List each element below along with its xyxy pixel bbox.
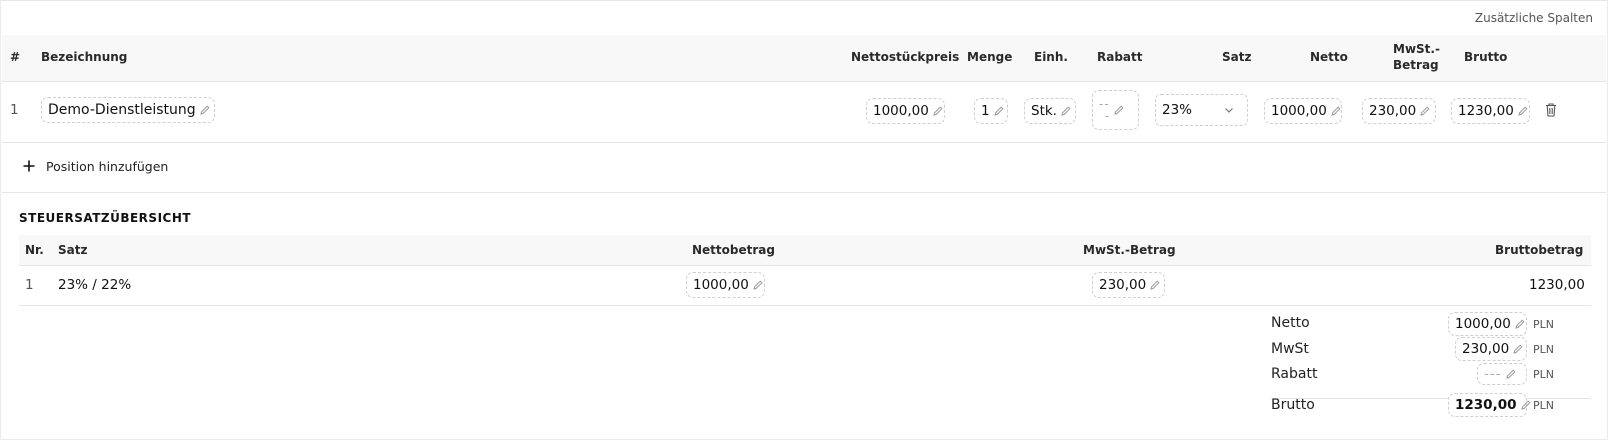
quantity-value: 1 <box>981 103 990 119</box>
total-gross-value: 1230,00 <box>1455 397 1517 413</box>
gross-field[interactable]: 1230,00 <box>1451 98 1530 124</box>
add-position-row[interactable]: Position hinzufügen <box>2 143 1606 193</box>
total-gross-field[interactable]: 1230,00 <box>1448 393 1531 417</box>
tax-net-value: 1000,00 <box>693 277 749 293</box>
discount-field[interactable]: -- - <box>1092 90 1139 130</box>
total-discount-label: Rabatt <box>1271 366 1318 382</box>
pencil-icon <box>1514 318 1526 330</box>
col-header-quantity: Menge <box>967 50 1013 64</box>
tax-col-header-net: Nettobetrag <box>692 243 775 257</box>
item-name-value: Demo-Dienstleistung <box>48 102 196 118</box>
col-header-gross: Brutto <box>1464 50 1508 64</box>
col-header-unit: Einh. <box>1034 50 1068 64</box>
table-row: 1 23% / 22% 1000,00 230,00 1230,00 <box>19 266 1591 306</box>
total-discount-value: --- <box>1484 366 1502 382</box>
quantity-field[interactable]: 1 <box>974 98 1008 124</box>
add-position-button[interactable]: Position hinzufügen <box>46 159 168 174</box>
table-row: 1 Demo-Dienstleistung 1000,00 1 Stk. -- … <box>2 82 1606 143</box>
pencil-icon <box>1113 104 1125 116</box>
col-header-number: # <box>10 50 21 64</box>
item-name-field[interactable]: Demo-Dienstleistung <box>41 97 215 123</box>
tax-net-field[interactable]: 1000,00 <box>686 272 765 298</box>
trash-icon[interactable] <box>1544 102 1558 118</box>
pencil-icon <box>1419 105 1431 117</box>
col-header-vat-line2: Betrag <box>1393 58 1439 72</box>
total-net-label: Netto <box>1271 315 1310 331</box>
tax-row-rate: 23% / 22% <box>58 277 132 293</box>
tax-col-header-nr: Nr. <box>25 243 44 257</box>
tax-vat-value: 230,00 <box>1099 277 1147 293</box>
vat-value: 230,00 <box>1369 103 1417 119</box>
pencil-icon <box>1512 343 1524 355</box>
total-gross-label: Brutto <box>1271 397 1315 413</box>
currency-label: PLN <box>1533 368 1554 381</box>
total-discount-field[interactable]: --- <box>1477 363 1527 385</box>
row-number: 1 <box>10 102 19 118</box>
chevron-down-icon <box>1223 104 1235 116</box>
total-vat-label: MwSt <box>1271 341 1309 357</box>
total-net-field[interactable]: 1000,00 <box>1448 312 1527 336</box>
currency-label: PLN <box>1533 318 1554 331</box>
col-header-rate: Satz <box>1222 50 1252 64</box>
currency-label: PLN <box>1533 399 1554 412</box>
tax-summary-title: STEUERSATZÜBERSICHT <box>19 211 192 225</box>
plus-icon[interactable] <box>22 159 36 173</box>
total-vat-value: 230,00 <box>1462 341 1510 357</box>
tax-col-header-gross: Bruttobetrag <box>1495 243 1584 257</box>
pencil-icon <box>1517 105 1529 117</box>
currency-label: PLN <box>1533 343 1554 356</box>
tax-summary-header: Nr. Satz Nettobetrag MwSt.-Betrag Brutto… <box>19 235 1591 266</box>
tax-col-header-vat: MwSt.-Betrag <box>1083 243 1176 257</box>
pencil-icon <box>1060 105 1072 117</box>
items-table-header: # Bezeichnung Nettostückpreis Menge Einh… <box>2 35 1606 82</box>
total-vat-field[interactable]: 230,00 <box>1455 337 1527 361</box>
col-header-unit-price: Nettostückpreis <box>851 50 960 64</box>
pencil-icon <box>752 279 764 291</box>
tax-row-gross: 1230,00 <box>1529 277 1585 293</box>
unit-price-value: 1000,00 <box>873 103 929 119</box>
pencil-icon <box>199 104 211 116</box>
pencil-icon <box>1520 399 1532 411</box>
net-value: 1000,00 <box>1271 103 1327 119</box>
unit-price-field[interactable]: 1000,00 <box>866 98 945 124</box>
tax-vat-field[interactable]: 230,00 <box>1092 272 1165 298</box>
col-header-vat-line1: MwSt.- <box>1393 42 1440 56</box>
tax-row-number: 1 <box>25 277 34 293</box>
discount-placeholder-bottom: - <box>1105 109 1111 123</box>
tax-rate-select[interactable]: 23% <box>1155 94 1248 126</box>
pencil-icon <box>1505 368 1517 380</box>
tax-rate-value: 23% <box>1162 102 1193 118</box>
col-header-discount: Rabatt <box>1097 50 1143 64</box>
col-header-net: Netto <box>1310 50 1348 64</box>
pencil-icon <box>1330 105 1342 117</box>
gross-value: 1230,00 <box>1458 103 1514 119</box>
col-header-name: Bezeichnung <box>41 50 128 64</box>
net-field[interactable]: 1000,00 <box>1264 98 1342 124</box>
discount-placeholder: -- - <box>1099 98 1110 122</box>
unit-value: Stk. <box>1031 103 1057 119</box>
pencil-icon <box>932 105 944 117</box>
vat-field[interactable]: 230,00 <box>1362 98 1436 124</box>
extra-columns-link[interactable]: Zusätzliche Spalten <box>1475 11 1593 25</box>
pencil-icon <box>1149 279 1161 291</box>
invoice-items-panel: Zusätzliche Spalten # Bezeichnung Nettos… <box>0 0 1608 440</box>
total-net-value: 1000,00 <box>1455 316 1511 332</box>
pencil-icon <box>993 105 1005 117</box>
tax-col-header-rate: Satz <box>58 243 88 257</box>
unit-field[interactable]: Stk. <box>1024 98 1076 124</box>
